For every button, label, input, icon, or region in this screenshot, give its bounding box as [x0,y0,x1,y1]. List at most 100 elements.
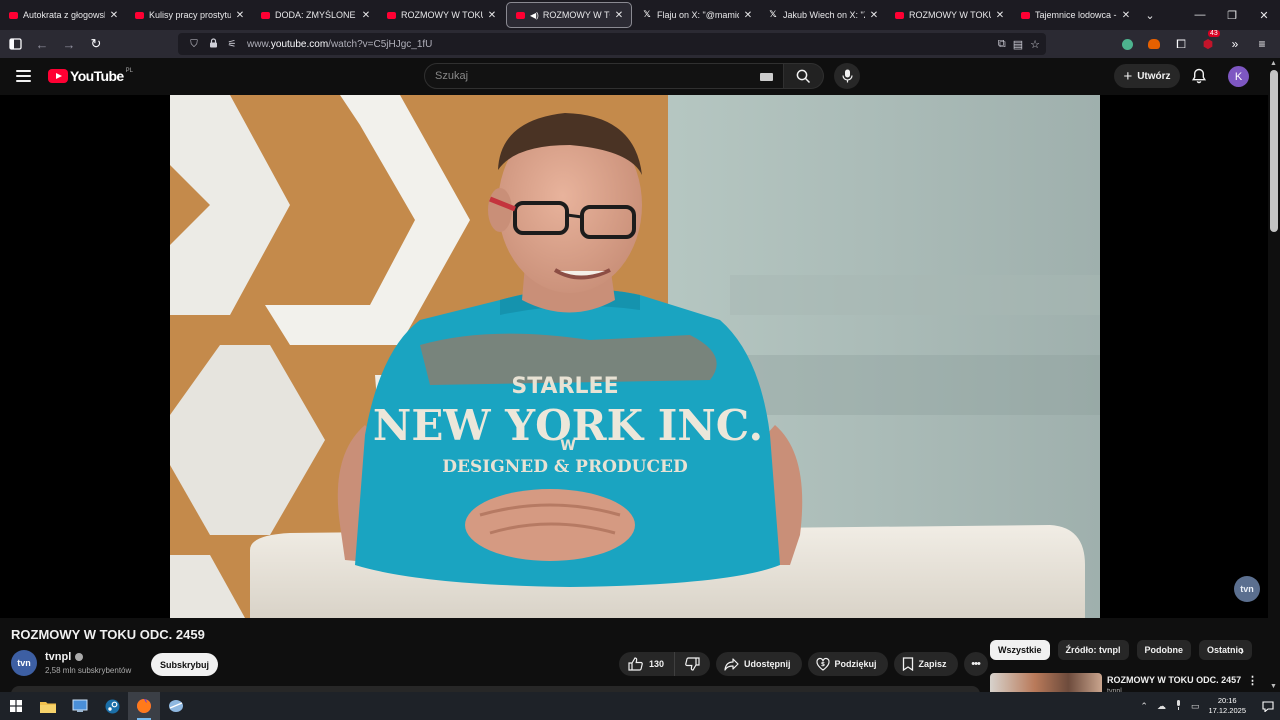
page-scrollbar[interactable]: ▲ ▼ [1268,58,1280,692]
channel-name[interactable]: tvnpl [45,651,71,663]
tab-title: Kulisy pracy prostytutki. [149,10,231,20]
microphone-tray-icon[interactable] [1175,700,1182,712]
tab-title: ROZMOWY W TOKU [542,10,610,20]
tvn-watermark: tvn [1234,576,1260,602]
url-text[interactable]: www.youtube.com/watch?v=C5jHJgc_1fU [247,39,432,50]
tray-overflow-chevron-icon[interactable]: ⌃ [1140,701,1148,712]
firefox-icon[interactable] [128,692,160,720]
system-tray: ⌃ ☁ ▭ 20:16 17.12.2025 [1140,692,1280,720]
clock-date: 17.12.2025 [1208,706,1246,715]
recommended-more-icon[interactable]: ⋮ [1247,674,1258,687]
dislike-button[interactable] [675,652,710,676]
close-icon[interactable]: ✕ [994,10,1006,21]
like-button[interactable]: 130 [619,652,676,676]
chevron-right-icon[interactable]: › [1232,641,1252,661]
scrollbar-thumb[interactable] [1270,70,1278,232]
extension-badge: 43 [1208,30,1220,37]
network-icon[interactable]: ▭ [1191,701,1200,712]
thanks-button[interactable]: $ Podziękuj [807,652,888,676]
overflow-chevrons-icon[interactable]: » [1223,32,1247,56]
close-icon[interactable]: ✕ [360,10,372,21]
close-window-icon[interactable]: ✕ [1248,0,1280,30]
windows-start-icon[interactable] [0,692,32,720]
reader-view-icon[interactable]: ▤ [1013,38,1023,51]
tracking-shield-icon[interactable]: ⛉ [186,39,202,50]
ublock-icon[interactable]: ⬢ 43 [1196,30,1220,56]
close-icon[interactable]: ✕ [1120,10,1132,21]
restore-icon[interactable]: ❐ [1216,0,1248,30]
browser-tab[interactable]: 𝕏 Flaju on X: "@mamiczi @ ✕ [634,2,760,28]
app-icon[interactable] [160,692,192,720]
search-button[interactable] [784,63,824,89]
browser-tab[interactable]: Autokrata z głogowskiej ✕ [0,2,126,28]
sidebar-toggle-icon[interactable] [3,32,27,56]
recommended-thumbnail[interactable] [990,673,1102,692]
voice-search-button[interactable] [834,63,860,89]
scroll-up-arrow-icon[interactable]: ▲ [1270,60,1277,67]
close-icon[interactable]: ✕ [486,10,498,21]
video-frame[interactable]: STARLEE NEW YORK INC. W DESIGNED & PRODU… [170,95,1100,618]
picture-in-picture-icon[interactable]: ⧉ [998,38,1006,51]
chip-all[interactable]: Wszystkie [990,640,1050,660]
browser-navigation-bar: ← → ↻ ⛉ ⚟ www.youtube.com/watch?v=C5jHJg… [0,30,1280,58]
extensions-puzzle-icon[interactable]: ⧠ [1169,32,1193,56]
back-arrow-icon[interactable]: ← [30,32,54,56]
app-menu-icon[interactable]: ≡ [1250,32,1274,56]
x-favicon-icon: 𝕏 [769,10,777,20]
browser-tab[interactable]: ROZMOWY W TOKU ODC ✕ [886,2,1012,28]
chip-similar[interactable]: Podobne [1136,640,1192,660]
taskbar-clock[interactable]: 20:16 17.12.2025 [1208,696,1246,716]
address-bar[interactable]: ⛉ ⚟ www.youtube.com/watch?v=C5jHJgc_1fU … [178,33,1046,55]
keyboard-icon[interactable] [760,73,773,81]
reload-icon[interactable]: ↻ [84,32,108,56]
extension-fox-icon[interactable] [1142,32,1166,56]
browser-tab[interactable]: ROZMOWY W TOKU ODC ✕ [378,2,504,28]
video-title: ROZMOWY W TOKU ODC. 2459 [11,627,205,642]
account-avatar[interactable]: K [1228,66,1249,87]
minimize-icon[interactable]: — [1184,0,1216,30]
onedrive-cloud-icon[interactable]: ☁ [1157,701,1166,712]
scroll-down-arrow-icon[interactable]: ▼ [1270,683,1277,690]
browser-tab-active[interactable]: ◀) ROZMOWY W TOKU ✕ [506,2,632,28]
channel-owner: tvn tvnpl 2,58 mln subskrybentów [11,650,131,676]
speaker-icon[interactable]: ◀) [530,11,539,20]
browser-tab[interactable]: 𝕏 Jakub Wiech on X: "Zrob ✕ [760,2,886,28]
steam-icon[interactable] [96,692,128,720]
save-label: Zapisz [918,659,947,669]
browser-tab[interactable]: Kulisy pracy prostytutki. ✕ [126,2,252,28]
thanks-heart-dollar-icon: $ [815,657,830,671]
forward-arrow-icon[interactable]: → [57,32,81,56]
close-icon[interactable]: ✕ [108,10,120,21]
control-panel-icon[interactable] [64,692,96,720]
tab-title: Tajemnice lodowca - You [1035,10,1117,20]
channel-avatar[interactable]: tvn [11,650,37,676]
more-actions-icon[interactable]: ••• [963,652,988,676]
browser-tab[interactable]: DODA: ZMYŚLONE ŻYCIE ✕ [252,2,378,28]
close-icon[interactable]: ✕ [613,10,625,21]
lock-icon[interactable] [205,37,221,51]
close-icon[interactable]: ✕ [742,10,754,21]
notification-center-icon[interactable] [1256,700,1280,712]
file-explorer-icon[interactable] [32,692,64,720]
list-all-tabs-chevron-icon[interactable]: ⌄ [1138,3,1162,27]
create-button[interactable]: + Utwórz [1114,64,1180,88]
subscribe-button[interactable]: Subskrybuj [151,653,218,676]
permissions-icon[interactable]: ⚟ [224,39,240,50]
notifications-bell-icon[interactable] [1190,67,1208,85]
close-icon[interactable]: ✕ [234,10,246,21]
bookmark-icon [902,657,914,671]
bookmark-star-icon[interactable]: ☆ [1030,38,1040,51]
youtube-logo[interactable]: YouTube PL [48,68,133,84]
youtube-favicon-icon [386,10,396,20]
share-button[interactable]: Udostępnij [716,652,802,676]
browser-tab[interactable]: Tajemnice lodowca - You ✕ [1012,2,1138,28]
save-button[interactable]: Zapisz [893,652,958,676]
search-input[interactable]: Szukaj [424,63,784,89]
close-icon[interactable]: ✕ [868,10,880,21]
chip-source[interactable]: Źródło: tvnpl [1057,640,1129,660]
video-player[interactable]: STARLEE NEW YORK INC. W DESIGNED & PRODU… [0,95,1268,618]
extension-shield-icon[interactable] [1115,32,1139,56]
guide-menu-icon[interactable] [16,70,31,82]
recommended-title[interactable]: ROZMOWY W TOKU ODC. 2457 [1107,675,1241,685]
browser-tab-strip: Autokrata z głogowskiej ✕ Kulisy pracy p… [0,0,1280,30]
